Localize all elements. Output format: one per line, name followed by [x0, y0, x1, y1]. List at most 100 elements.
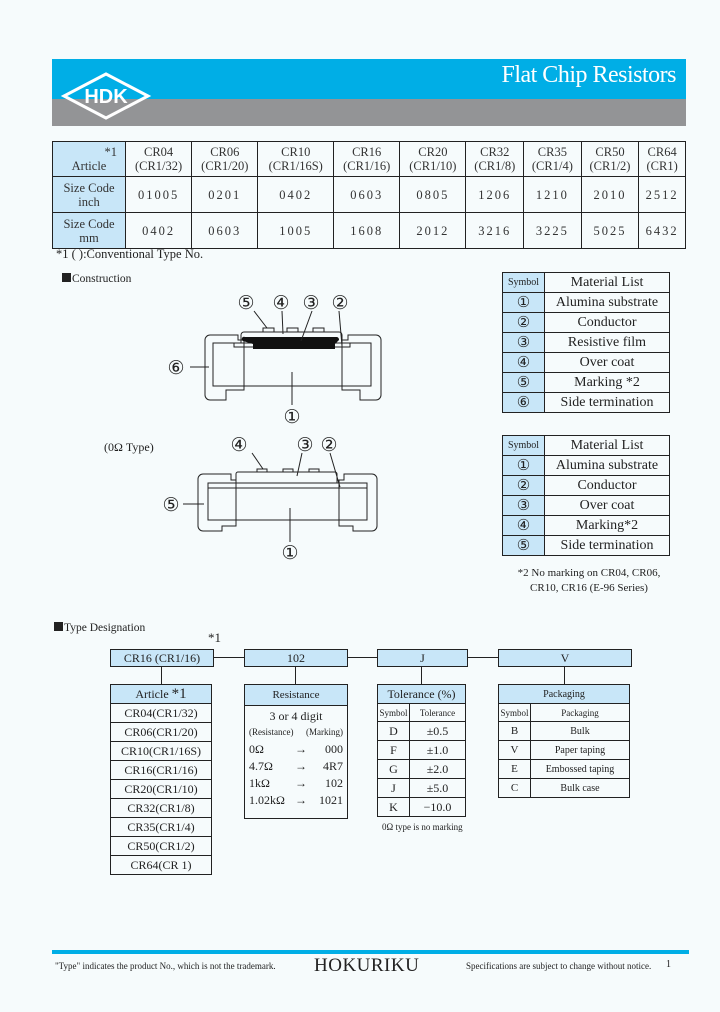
row-header-mm: Size Code mm — [52, 212, 126, 249]
connector-line — [161, 667, 162, 684]
conventional-code: (CR1/4) — [531, 159, 573, 173]
tolerance-value: −10.0 — [409, 797, 466, 817]
size-code-mm-cell: 0603 — [191, 212, 259, 249]
tolerance-symbol: G — [377, 759, 410, 779]
resistance-rows: 0Ω → 000 4.7Ω → 4R7 1kΩ → 102 1.02kΩ → 1021 — [245, 741, 347, 809]
table-row-size-inch: Size Code inch 01005 0201 0402 0603 0805 1206… — [52, 176, 686, 213]
connector-line — [347, 657, 377, 658]
size-code-mm-cell: 3216 — [465, 212, 525, 249]
designation-tolerance-box: J — [377, 649, 468, 667]
table-row: CR10(CR1/16S) — [110, 741, 212, 761]
size-code-mm-cell: 1005 — [257, 212, 335, 249]
article-item: CR64(CR 1) — [110, 855, 212, 875]
label-0ohm-1: ① — [281, 542, 298, 564]
symbol-cell: ⑤ — [502, 372, 545, 393]
type-designation-heading-text: Type Designation — [64, 622, 146, 634]
footnote-line: CR10, CR16 (E-96 Series) — [530, 582, 648, 594]
label-2: ② — [331, 292, 348, 314]
table-row: ④ Over coat — [502, 352, 670, 373]
conventional-type-note: *1 ( ):Conventional Type No. — [56, 247, 204, 261]
conventional-code: (CR1/16) — [343, 159, 391, 173]
column-header-tolerance: Tolerance — [409, 703, 466, 722]
table-row: CR04(CR1/32) — [110, 703, 212, 723]
connector-line — [564, 667, 565, 684]
article-code: CR06 — [210, 145, 240, 159]
material-list-table: Symbol Material List ① Alumina substrate ②… — [502, 272, 670, 413]
column-header-symbol: Symbol — [498, 703, 531, 722]
material-cell: Marking*2 — [544, 515, 670, 536]
table-row: CR50(CR1/2) — [110, 836, 212, 856]
marking-value: 102 — [325, 776, 343, 790]
resistance-value: 1.02kΩ — [249, 793, 285, 807]
label-6: ⑥ — [167, 357, 184, 379]
packaging-symbol: E — [498, 759, 531, 779]
designation-article-box: CR16 (CR1/16) — [110, 649, 214, 667]
marking-value: 1021 — [319, 793, 343, 807]
size-code-inch-cell: 2512 — [638, 176, 686, 213]
table-row: D ±0.5 — [377, 721, 466, 741]
table-row: K −10.0 — [377, 797, 466, 817]
table-row: G ±2.0 — [377, 759, 466, 779]
side-termination-left — [204, 334, 245, 401]
material-cell: Over coat — [544, 495, 670, 516]
table-row: ③ Resistive film — [502, 332, 670, 353]
label-3: ③ — [302, 292, 319, 314]
type-designation-heading: Type Designation — [54, 622, 145, 634]
marking-value: 4R7 — [322, 759, 343, 773]
article-header: Article *1 — [110, 684, 212, 704]
article-cell: CR64 (CR1) — [638, 141, 686, 177]
packaging-header: Packaging — [498, 684, 630, 704]
material-list-table-0ohm: Symbol Material List ① Alumina substrate ②… — [502, 435, 670, 556]
column-header-material: Material List — [544, 272, 670, 293]
tolerance-table: Tolerance (%) Symbol Tolerance D ±0.5 F ±1.… — [377, 684, 466, 817]
conventional-code: (CR1/16S) — [268, 159, 323, 173]
table-subheader-row: Symbol Packaging — [498, 703, 630, 722]
table-row: CR20(CR1/10) — [110, 779, 212, 799]
article-item: CR32(CR1/8) — [110, 798, 212, 818]
column-header-symbol: Symbol — [502, 435, 545, 456]
column-header-marking: (Marking) — [306, 727, 343, 737]
table-header-row: Symbol Material List — [502, 272, 670, 293]
material-cell: Conductor — [544, 475, 670, 496]
packaging-table: Packaging Symbol Packaging B Bulk V Paper t… — [498, 684, 630, 798]
row-header-article: *1 Article — [52, 141, 126, 177]
table-row: ⑤ Marking *2 — [502, 372, 670, 393]
connector-line — [213, 657, 244, 658]
table-row: CR32(CR1/8) — [110, 798, 212, 818]
article-cell: CR04 (CR1/32) — [124, 141, 193, 177]
article-table: Article *1 CR04(CR1/32) CR06(CR1/20) CR10(… — [110, 684, 212, 875]
symbol-cell: ③ — [502, 332, 545, 353]
side-termination-right — [341, 334, 382, 401]
page-title: Flat Chip Resistors — [501, 62, 676, 88]
resistance-row: 4.7Ω → 4R7 — [245, 758, 347, 775]
label-0ohm-4: ④ — [230, 434, 247, 456]
article-item: CR06(CR1/20) — [110, 722, 212, 742]
packaging-symbol: B — [498, 721, 531, 741]
material-cell: Alumina substrate — [544, 455, 670, 476]
size-code-mm-cell: 0402 — [124, 212, 193, 249]
tolerance-header: Tolerance (%) — [377, 684, 466, 704]
size-code-mm-cell: 6432 — [638, 212, 686, 249]
label-0ohm-2: ② — [320, 434, 337, 456]
square-bullet-icon — [62, 273, 71, 282]
table-row: ② Conductor — [502, 475, 670, 496]
connector-line — [295, 667, 296, 684]
article-item: CR04(CR1/32) — [110, 703, 212, 723]
conventional-code: (CR1/8) — [474, 159, 516, 173]
footer-rule — [52, 950, 689, 954]
packaging-value: Paper taping — [530, 740, 630, 760]
overcoat — [240, 331, 343, 343]
table-row: J ±5.0 — [377, 778, 466, 798]
hdk-logo-icon: HDK — [60, 72, 152, 120]
article-code: CR10 — [281, 145, 311, 159]
footer-disclaimer: Specifications are subject to change wit… — [466, 961, 652, 971]
table-row: B Bulk — [498, 721, 630, 741]
article-code: CR32 — [480, 145, 510, 159]
corner-note: *1 — [104, 145, 118, 159]
article-code: CR04 — [144, 145, 174, 159]
table-row: C Bulk case — [498, 778, 630, 798]
footer-trademark-note: "Type" indicates the product No., which … — [55, 961, 276, 971]
table-row: ② Conductor — [502, 312, 670, 333]
article-cell: CR10 (CR1/16S) — [257, 141, 335, 177]
symbol-cell: ③ — [502, 495, 545, 516]
